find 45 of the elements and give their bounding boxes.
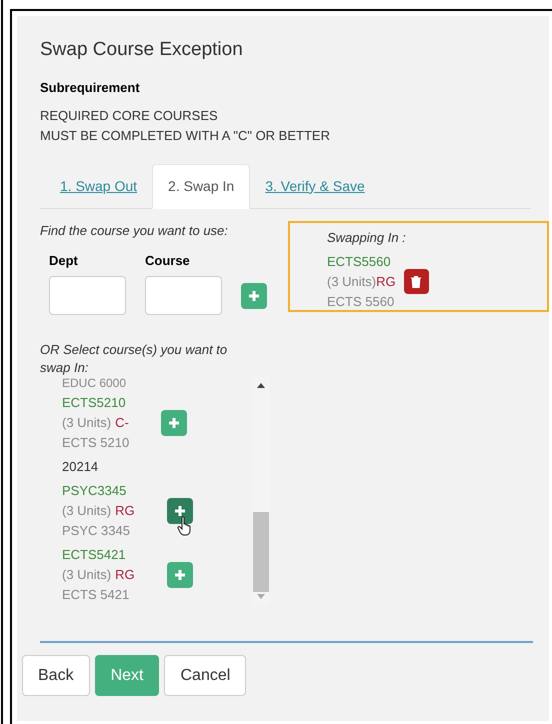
input-field[interactable]: [145, 276, 222, 315]
course-units: (3 Units): [327, 272, 376, 291]
plus-icon: [174, 505, 186, 517]
course-name: ECTS 5421: [62, 586, 130, 604]
course-code: PSYC3345: [62, 482, 128, 500]
course-code: ECTS5560: [327, 252, 392, 270]
scroll-thumb[interactable]: [253, 512, 269, 592]
swapping-in-title: Swapping In :: [327, 229, 407, 247]
scroll-down-icon[interactable]: [257, 594, 265, 599]
select-prompt: OR Select course(s) you want to swap In:: [40, 341, 228, 377]
field-label: Course: [145, 252, 191, 270]
dialog-button[interactable]: Cancel: [164, 655, 246, 696]
add-button[interactable]: [166, 498, 193, 524]
course-code: ECTS5210: [62, 394, 127, 412]
description-line: MUST BE COMPLETED WITH A "C" OR BETTER: [40, 127, 331, 145]
trash-icon: [411, 276, 422, 288]
course-units: (3 Units): [62, 566, 112, 584]
plus-icon: [168, 417, 180, 429]
delete-button[interactable]: [404, 269, 429, 294]
tab[interactable]: 3. Verify & Save: [250, 164, 380, 208]
hand-cursor-icon: [176, 516, 193, 536]
course-units: (3 Units): [62, 502, 112, 520]
input-field[interactable]: [49, 276, 126, 315]
course-name: ECTS 5210: [62, 434, 130, 452]
field-label: Dept: [49, 252, 79, 270]
tab[interactable]: 2. Swap In: [152, 164, 250, 209]
find-prompt: Find the course you want to use:: [40, 222, 229, 240]
dialog-title: Swap Course Exception: [40, 38, 244, 62]
term-label: 20214: [62, 458, 100, 476]
dialog-button[interactable]: Back: [22, 655, 90, 696]
tab[interactable]: 1. Swap Out: [45, 164, 152, 208]
course-units: (3 Units): [62, 414, 112, 432]
plus-icon: [248, 290, 260, 302]
course-grade: RG: [115, 502, 135, 520]
subheading: Subrequirement: [40, 78, 141, 97]
course-name: ECTS 5560: [327, 292, 396, 310]
course-grade: RG: [115, 566, 135, 584]
description-line: REQUIRED CORE COURSES: [40, 107, 219, 125]
course-grade: C-: [115, 414, 129, 432]
course-code: ECTS5421: [62, 546, 127, 564]
course-name: PSYC 3345: [62, 522, 131, 540]
course-grade: RG: [376, 272, 396, 290]
plus-icon: [174, 569, 186, 581]
course-name: EDUC 6000: [62, 377, 128, 389]
scroll-up-icon[interactable]: [257, 383, 265, 388]
